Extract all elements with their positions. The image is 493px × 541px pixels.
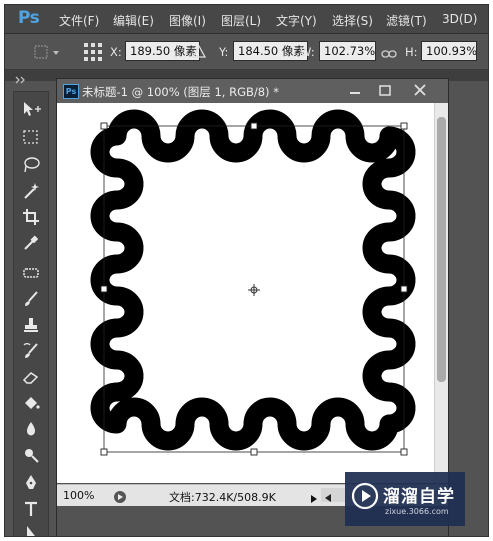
x-input[interactable]: 189.50 像素: [125, 41, 200, 61]
crop-tool-icon[interactable]: [14, 204, 48, 230]
menu-select[interactable]: 选择(S): [332, 12, 373, 29]
link-icon[interactable]: [381, 45, 397, 58]
tool-preset-icon[interactable]: [33, 44, 61, 60]
clone-stamp-icon[interactable]: [14, 312, 48, 338]
brush-tool-icon[interactable]: [14, 286, 48, 312]
menu-image[interactable]: 图像(I): [169, 12, 206, 29]
collapse-arrows-icon[interactable]: [15, 70, 27, 84]
menu-layer[interactable]: 图层(L): [221, 12, 261, 29]
menu-bar: Ps 文件(F) 编辑(E) 图像(I) 图层(L) 文字(Y) 选择(S) 滤…: [5, 5, 488, 34]
watermark-badge: 溜溜自学 zixue.3066.com: [345, 472, 465, 526]
lasso-tool-icon[interactable]: [14, 152, 48, 178]
document-tab-title[interactable]: 未标题-1 @ 100% (图层 1, RGB/8) *: [82, 84, 279, 100]
reference-point-crosshair-icon: [248, 284, 260, 296]
status-menu-icon[interactable]: [113, 489, 127, 503]
menu-edit[interactable]: 编辑(E): [113, 12, 154, 29]
watermark-brand: 溜溜自学: [383, 487, 455, 507]
menu-3d[interactable]: 3D(D): [442, 12, 477, 26]
move-tool-icon[interactable]: [14, 96, 48, 122]
photoshop-window: Ps 文件(F) 编辑(E) 图像(I) 图层(L) 文字(Y) 选择(S) 滤…: [4, 4, 489, 537]
relative-position-icon[interactable]: [191, 44, 207, 58]
watermark-logo-icon: [351, 482, 379, 510]
h-input[interactable]: 100.93%: [421, 41, 477, 61]
paint-bucket-icon[interactable]: [14, 390, 48, 416]
options-bar: X: 189.50 像素 Y: 184.50 像素 W: 102.73% H: …: [5, 34, 488, 70]
ps-logo: Ps: [18, 8, 40, 28]
y-input[interactable]: 184.50 像素: [233, 41, 308, 61]
marquee-tool-icon[interactable]: [14, 124, 48, 150]
vertical-scrollbar[interactable]: [434, 103, 448, 483]
h-label: H:: [405, 45, 418, 59]
document-titlebar[interactable]: Ps 未标题-1 @ 100% (图层 1, RGB/8) *: [57, 79, 448, 104]
type-tool-icon[interactable]: [14, 496, 48, 522]
tools-panel: [13, 91, 49, 536]
blur-tool-icon[interactable]: [14, 416, 48, 442]
close-button[interactable]: [400, 82, 440, 99]
x-label: X:: [110, 45, 122, 59]
document-ps-icon: Ps: [63, 84, 79, 99]
path-selection-icon[interactable]: [14, 520, 48, 536]
eraser-icon[interactable]: [14, 364, 48, 390]
menu-file[interactable]: 文件(F): [59, 12, 99, 29]
reference-point-icon[interactable]: [83, 42, 103, 62]
workspace-right: [449, 81, 488, 536]
document-window: Ps 未标题-1 @ 100% (图层 1, RGB/8) * 100% 文档:…: [56, 78, 449, 536]
document-size-info: 文档:732.4K/508.9K: [169, 491, 276, 504]
menu-filter[interactable]: 滤镜(T): [386, 12, 427, 29]
w-input[interactable]: 102.73%: [319, 41, 376, 61]
canvas[interactable]: [57, 103, 434, 483]
pen-tool-icon[interactable]: [14, 470, 48, 496]
healing-brush-icon[interactable]: [14, 260, 48, 286]
status-arrow-icon[interactable]: [309, 490, 319, 503]
maximize-button[interactable]: [370, 82, 400, 99]
w-label: W:: [300, 45, 315, 59]
scrollbar-thumb[interactable]: [437, 117, 446, 382]
minimize-button[interactable]: [340, 82, 370, 99]
y-label: Y:: [219, 45, 229, 59]
zoom-level[interactable]: 100%: [63, 489, 94, 502]
history-brush-icon[interactable]: [14, 338, 48, 364]
eyedropper-icon[interactable]: [14, 230, 48, 256]
dodge-tool-icon[interactable]: [14, 442, 48, 468]
menu-type[interactable]: 文字(Y): [276, 12, 317, 29]
magic-wand-icon[interactable]: [14, 178, 48, 204]
watermark-url: zixue.3066.com: [385, 507, 449, 516]
scroll-left-icon[interactable]: [323, 489, 333, 502]
wavy-frame-shape[interactable]: [90, 109, 416, 451]
